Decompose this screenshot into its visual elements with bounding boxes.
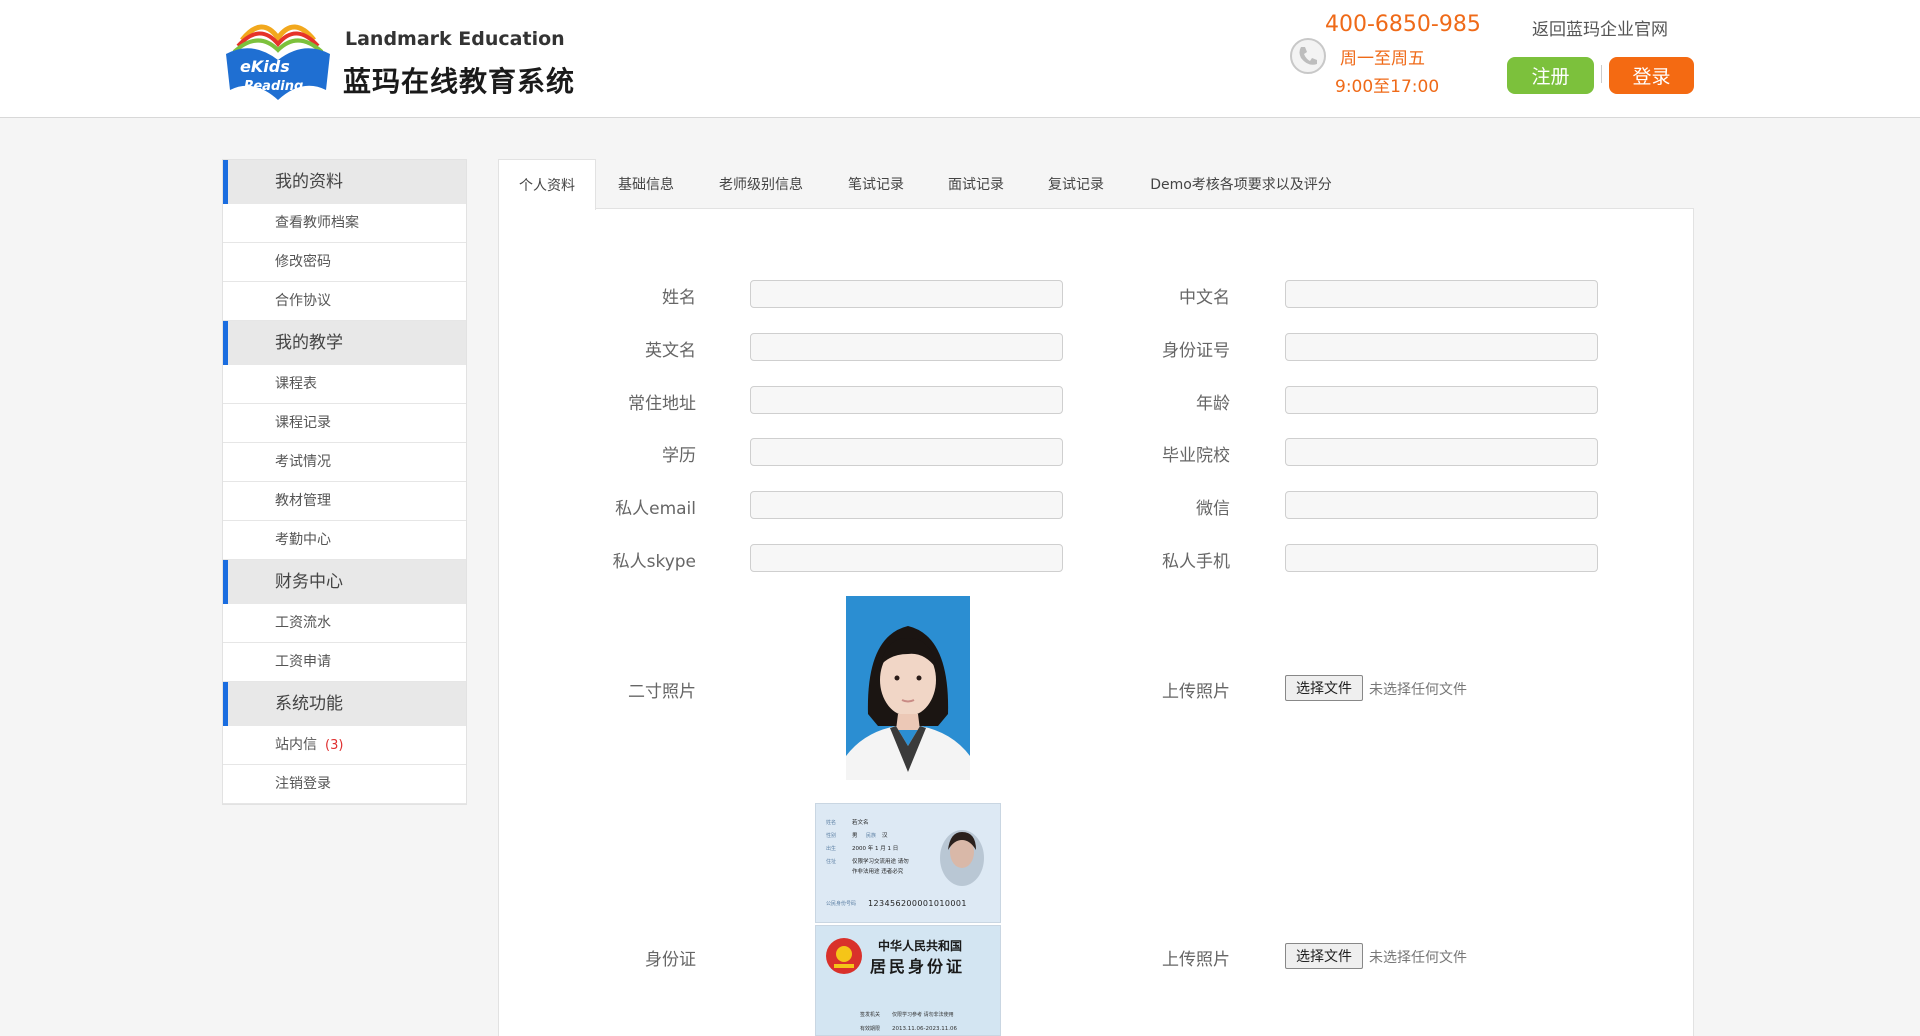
upload-idcard-label: 上传照片 — [1162, 950, 1230, 970]
profile-photo — [846, 596, 970, 780]
sidebar-item-change-password[interactable]: 修改密码 — [223, 243, 466, 282]
cn-name-label: 中文名 — [1179, 288, 1230, 308]
wechat-label: 微信 — [1196, 499, 1230, 519]
en-name-label: 英文名 — [645, 341, 696, 361]
idcard-front-image: 姓名 若文名 性别 男 民族 汉 出生 2000 年 1 月 1 日 住址 仅限… — [815, 803, 1001, 923]
idcard-birth-value: 2000 年 1 月 1 日 — [852, 844, 898, 852]
portrait-image — [846, 596, 970, 780]
idcard-ethnic-key: 民族 — [866, 832, 876, 839]
sidebar: 我的资料 查看教师档案 修改密码 合作协议 我的教学 课程表 课程记录 考试情况… — [222, 159, 467, 805]
idcard-authority-key: 签发机关 — [860, 1011, 880, 1018]
unread-count-badge: (3) — [325, 738, 344, 753]
education-label: 学历 — [662, 446, 696, 466]
back-to-official-site-link[interactable]: 返回蓝玛企业官网 — [1532, 15, 1668, 40]
email-label: 私人email — [615, 499, 696, 519]
idcard-ethnic-value: 汉 — [882, 831, 888, 839]
id-number-input[interactable] — [1285, 333, 1598, 361]
brand-name-cn: 蓝玛在线教育系统 — [343, 65, 576, 98]
skype-label: 私人skype — [612, 552, 696, 572]
education-input[interactable] — [750, 438, 1063, 466]
sidebar-item-materials[interactable]: 教材管理 — [223, 482, 466, 521]
register-button[interactable]: 注册 — [1507, 57, 1594, 94]
address-label: 常住地址 — [628, 394, 696, 414]
en-name-input[interactable] — [750, 333, 1063, 361]
idcard-gender-key: 性别 — [826, 832, 836, 839]
header: eKids Reading Landmark Education 蓝玛在线教育系… — [0, 0, 1920, 118]
idcard-number-value: 123456200001010001 — [868, 899, 967, 908]
logo-text-bottom: Reading — [244, 79, 303, 94]
address-input[interactable] — [750, 386, 1063, 414]
idcard-label: 身份证 — [645, 950, 696, 970]
age-input[interactable] — [1285, 386, 1598, 414]
ekids-reading-logo[interactable]: eKids Reading — [222, 10, 334, 106]
sidebar-item-course-records[interactable]: 课程记录 — [223, 404, 466, 443]
tab-teacher-level[interactable]: 老师级别信息 — [696, 159, 826, 209]
id-number-label: 身份证号 — [1162, 341, 1230, 361]
idcard-back-image: 中华人民共和国 居民身份证 签发机关 仅限学习参考 请勿非法使用 有效期限 20… — [815, 925, 1001, 1036]
school-input[interactable] — [1285, 438, 1598, 466]
phone-icon — [1290, 38, 1326, 74]
idcard-address-key: 住址 — [826, 858, 836, 865]
service-hours: 9:00至17:00 — [1335, 77, 1440, 97]
service-days: 周一至周五 — [1340, 49, 1425, 69]
sidebar-item-exams[interactable]: 考试情况 — [223, 443, 466, 482]
hotline-number: 400-6850-985 — [1325, 12, 1481, 37]
tab-bar: 个人资料 基础信息 老师级别信息 笔试记录 面试记录 复试记录 Demo考核各项… — [498, 159, 1694, 210]
photo-label: 二寸照片 — [628, 682, 696, 702]
idcard-valid-value: 2013.11.06-2023.11.06 — [892, 1026, 957, 1032]
idcard-gender-value: 男 — [852, 832, 858, 839]
idcard-number-key: 公民身份号码 — [826, 900, 856, 907]
sidebar-group-profile: 我的资料 — [223, 160, 466, 204]
tab-personal-info[interactable]: 个人资料 — [498, 159, 596, 210]
idcard-file-status: 未选择任何文件 — [1369, 950, 1467, 966]
email-input[interactable] — [750, 491, 1063, 519]
sidebar-item-salary-request[interactable]: 工资申请 — [223, 643, 466, 682]
idcard-name-value: 若文名 — [852, 818, 869, 826]
cn-name-input[interactable] — [1285, 280, 1598, 308]
tab-retest[interactable]: 复试记录 — [1026, 159, 1126, 209]
idcard-name-key: 姓名 — [826, 819, 836, 826]
sidebar-item-salary-flow[interactable]: 工资流水 — [223, 604, 466, 643]
sidebar-group-finance: 财务中心 — [223, 560, 466, 604]
mobile-input[interactable] — [1285, 544, 1598, 572]
idcard-back-title-card: 居民身份证 — [870, 957, 965, 976]
sidebar-item-messages-label: 站内信 — [275, 737, 317, 753]
idcard-address-line2: 作非法用途 违者必究 — [852, 867, 904, 875]
choose-idcard-file-button[interactable]: 选择文件 — [1285, 943, 1363, 969]
brand-name-en: Landmark Education — [345, 28, 565, 50]
skype-input[interactable] — [750, 544, 1063, 572]
tab-demo-assessment[interactable]: Demo考核各项要求以及评分 — [1126, 159, 1356, 209]
wechat-input[interactable] — [1285, 491, 1598, 519]
idcard-valid-key: 有效期限 — [860, 1025, 880, 1032]
tab-interview[interactable]: 面试记录 — [926, 159, 1026, 209]
tab-basic-info[interactable]: 基础信息 — [596, 159, 696, 209]
idcard-birth-key: 出生 — [826, 845, 836, 852]
tab-written-test[interactable]: 笔试记录 — [826, 159, 926, 209]
sidebar-item-teacher-profile[interactable]: 查看教师档案 — [223, 204, 466, 243]
name-label: 姓名 — [662, 288, 696, 308]
sidebar-item-attendance[interactable]: 考勤中心 — [223, 521, 466, 560]
mobile-label: 私人手机 — [1162, 552, 1230, 572]
button-divider — [1601, 65, 1602, 83]
sidebar-item-agreement[interactable]: 合作协议 — [223, 282, 466, 321]
sidebar-group-teaching: 我的教学 — [223, 321, 466, 365]
login-button[interactable]: 登录 — [1609, 57, 1694, 94]
sidebar-group-system: 系统功能 — [223, 682, 466, 726]
upload-photo-label: 上传照片 — [1162, 682, 1230, 702]
idcard-authority-value: 仅限学习参考 请勿非法使用 — [892, 1011, 954, 1018]
idcard-address-line1: 仅限学习交流用途 请勿 — [852, 857, 909, 865]
photo-file-status: 未选择任何文件 — [1369, 682, 1467, 698]
name-input[interactable] — [750, 280, 1063, 308]
school-label: 毕业院校 — [1162, 446, 1230, 466]
sidebar-item-messages[interactable]: 站内信 (3) — [223, 726, 466, 765]
logo-text-top: eKids — [240, 57, 290, 76]
sidebar-item-logout[interactable]: 注销登录 — [223, 765, 466, 804]
sidebar-item-schedule[interactable]: 课程表 — [223, 365, 466, 404]
choose-photo-file-button[interactable]: 选择文件 — [1285, 675, 1363, 701]
idcard-back-title-country: 中华人民共和国 — [878, 938, 962, 953]
age-label: 年龄 — [1196, 394, 1230, 414]
